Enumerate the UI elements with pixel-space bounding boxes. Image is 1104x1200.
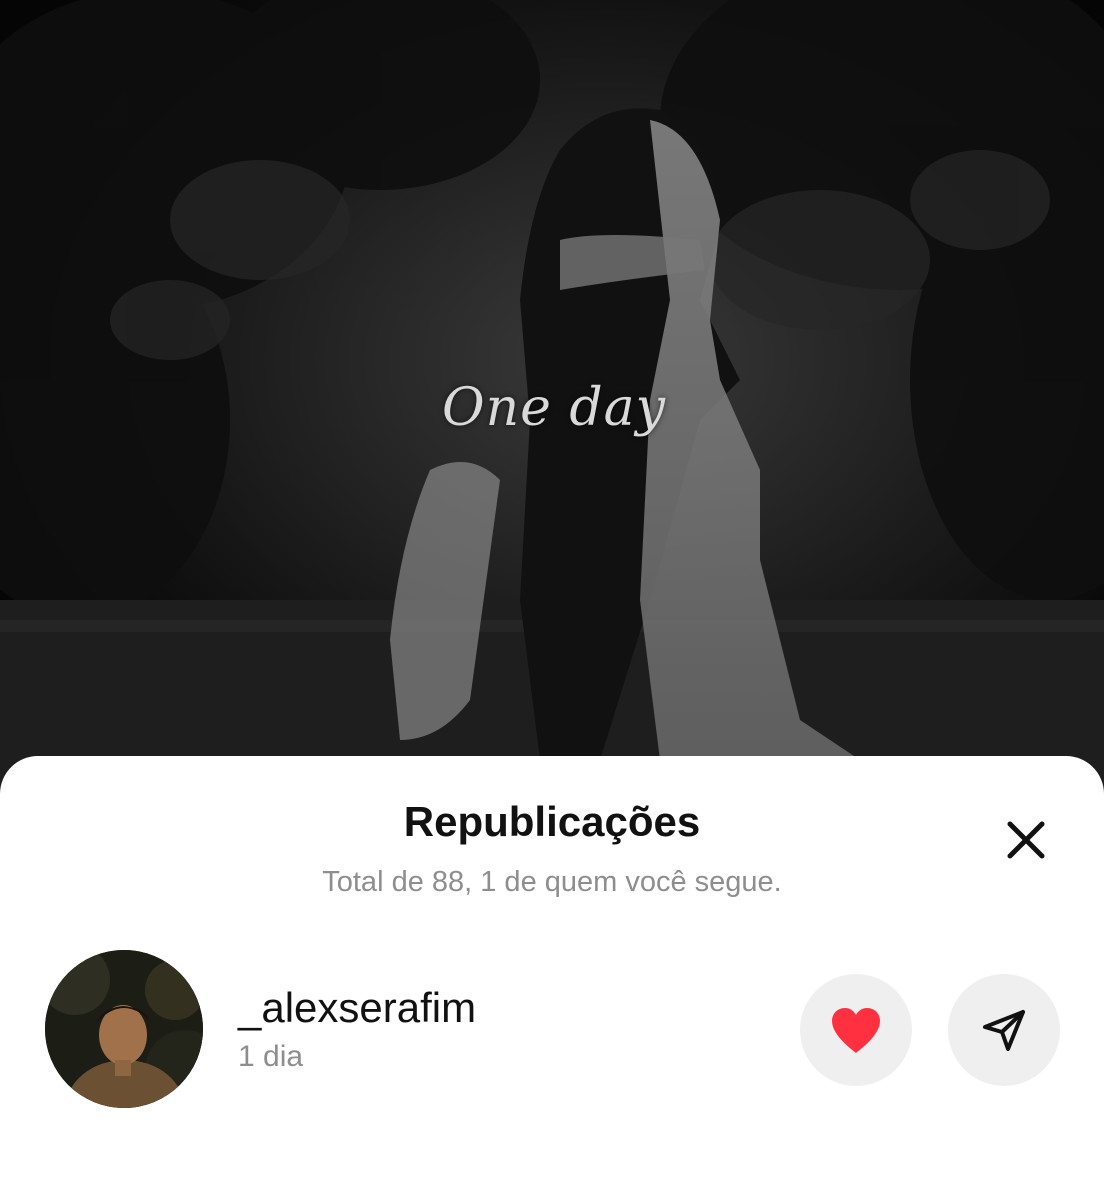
reposts-summary: Total de 88, 1 de quem você segue. <box>322 866 782 898</box>
sheet-title: Republicações <box>403 798 701 845</box>
repost-time: 1 dia <box>238 1040 304 1073</box>
app-root: One day Republicações Total de 88, 1 de … <box>0 0 1104 1200</box>
close-button[interactable] <box>1000 814 1052 866</box>
send-icon <box>983 1010 1025 1051</box>
video-player[interactable]: One day <box>0 0 1104 800</box>
video-caption: One day <box>441 378 667 438</box>
username[interactable]: _alexserafim <box>238 984 476 1032</box>
avatar[interactable] <box>45 950 203 1108</box>
like-button[interactable] <box>800 974 912 1086</box>
close-icon <box>1007 821 1045 859</box>
reposts-sheet: Republicações Total de 88, 1 de quem voc… <box>0 756 1104 1200</box>
send-button[interactable] <box>948 974 1060 1086</box>
avatar-image <box>45 950 203 1108</box>
heart-icon <box>832 1008 880 1053</box>
list-item[interactable]: _alexserafim 1 dia <box>0 950 1104 1114</box>
